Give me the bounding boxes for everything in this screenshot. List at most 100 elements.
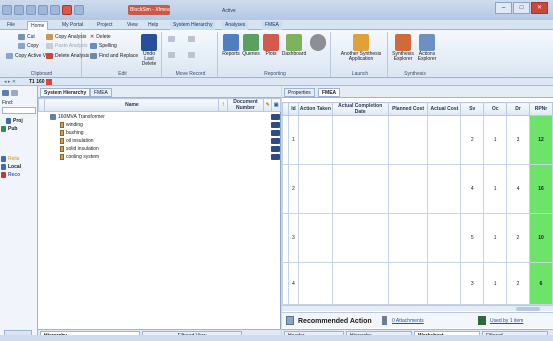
explorer-item-proj[interactable]: Proj xyxy=(6,118,23,124)
tree-row-bushing[interactable]: bushing xyxy=(60,130,84,136)
tree-row-transformer[interactable]: 160MVA Transformer xyxy=(50,114,105,120)
attachments-link[interactable]: 0 Attachments xyxy=(392,318,424,324)
tab-file[interactable]: File xyxy=(4,21,18,30)
explorer-item-pub[interactable]: Pub xyxy=(1,126,17,132)
col-id[interactable]: Id xyxy=(287,102,299,116)
scrollbar-thumb[interactable] xyxy=(516,307,540,311)
table-row[interactable]: 3 5 1 2 10 xyxy=(282,213,553,263)
col-rpnr[interactable]: RPNr xyxy=(529,102,553,116)
cell-rpn[interactable]: 16 xyxy=(529,164,553,214)
tab-system-hierarchy[interactable]: System Hierarchy xyxy=(170,21,216,30)
tree-row-cooling-system[interactable]: cooling system xyxy=(60,154,99,160)
col-planned-cost[interactable]: Planned Cost xyxy=(387,102,429,116)
delete-button[interactable]: ✕ Delete xyxy=(90,34,111,40)
explorer-item-local[interactable]: Local xyxy=(1,164,21,170)
tree-row-solid-insulation[interactable]: solid insulation xyxy=(60,146,99,152)
cell-sv[interactable]: 4 xyxy=(460,164,485,214)
paste-analysis-button[interactable]: Paste Analysis xyxy=(46,43,88,49)
move-bottom-button[interactable] xyxy=(188,52,195,58)
copy-button[interactable]: Copy xyxy=(18,43,39,49)
undo-last-delete-button[interactable]: Undo Last Delete xyxy=(138,34,160,67)
explorer-tool-icon[interactable] xyxy=(2,90,9,96)
cell-dr[interactable]: 2 xyxy=(506,213,530,263)
save-icon[interactable] xyxy=(14,5,24,15)
table-row[interactable]: 4 3 1 2 6 xyxy=(282,262,553,305)
col-oc[interactable]: Oc xyxy=(483,102,508,116)
maximize-icon[interactable]: □ xyxy=(513,2,530,14)
cell-oc[interactable]: 1 xyxy=(483,164,508,214)
used-by-link[interactable]: Used by 1 item xyxy=(490,318,523,324)
nav-arrows-icon[interactable]: ◂ ▸ ✕ xyxy=(4,79,16,85)
cell-oc[interactable]: 1 xyxy=(483,262,508,305)
col-sv[interactable]: Sv xyxy=(460,102,485,116)
tab-properties[interactable]: Properties xyxy=(284,88,315,97)
move-top-button[interactable] xyxy=(188,36,195,42)
table-row[interactable]: 2 4 1 4 16 xyxy=(282,164,553,214)
print-icon[interactable] xyxy=(50,5,60,15)
actions-explorer-button[interactable]: Actions Explorer xyxy=(416,34,438,62)
move-down-button[interactable] xyxy=(168,52,175,58)
cut-button[interactable]: Cut xyxy=(18,34,35,40)
tab-view[interactable]: View xyxy=(124,21,141,30)
tab-analyses[interactable]: Analyses xyxy=(222,21,249,30)
col-actual-cost[interactable]: Actual Cost xyxy=(427,102,462,116)
cell-dr[interactable]: 2 xyxy=(506,262,530,305)
name-column-header[interactable]: Name xyxy=(44,98,220,112)
cell-sv[interactable]: 3 xyxy=(460,262,485,305)
cell-oc[interactable]: 1 xyxy=(483,115,508,165)
cell-id[interactable]: 1 xyxy=(287,115,299,165)
col-dr[interactable]: Dr xyxy=(506,102,530,116)
explorer-tool2-icon[interactable] xyxy=(11,90,18,96)
tab-help[interactable]: Help xyxy=(145,21,161,30)
tab-fmea[interactable]: FMEA xyxy=(262,21,282,30)
spelling-button[interactable]: Spelling xyxy=(90,43,117,49)
find-replace-button[interactable]: Find and Replace xyxy=(90,53,138,59)
cell-dr[interactable]: 3 xyxy=(506,115,530,165)
cell-rpn[interactable]: 12 xyxy=(529,115,553,165)
tab-system-hierarchy-view[interactable]: System Hierarchy xyxy=(40,88,91,97)
cell-rpn[interactable]: 10 xyxy=(529,213,553,263)
new-icon[interactable] xyxy=(26,5,36,15)
delete-analysis-button[interactable]: Delete Analysis xyxy=(46,53,89,59)
dashboard-button[interactable]: Dashboard xyxy=(282,34,306,57)
undo-icon[interactable] xyxy=(74,5,84,15)
document-tab[interactable]: T1 160 xyxy=(29,79,45,85)
col-action-taken[interactable]: Action Taken xyxy=(297,102,333,116)
tab-project[interactable]: Project xyxy=(94,21,116,30)
find-input[interactable] xyxy=(2,107,36,114)
gauge-button[interactable] xyxy=(308,34,328,52)
another-synthesis-button[interactable]: Another Synthesis Application xyxy=(339,34,383,62)
cell-sv[interactable]: 5 xyxy=(460,213,485,263)
tab-fmea-sheet[interactable]: FMEA xyxy=(318,88,341,97)
cell-id[interactable]: 2 xyxy=(287,164,299,214)
move-up-button[interactable] xyxy=(168,36,175,42)
table-row[interactable]: 1 2 1 3 12 xyxy=(282,115,553,165)
document-number-column-header[interactable]: Document Number xyxy=(226,98,264,112)
reports-button[interactable]: Reports xyxy=(222,34,240,57)
cell-dr[interactable]: 4 xyxy=(506,164,530,214)
plots-button[interactable]: Plots xyxy=(262,34,280,57)
tab-fmea-view[interactable]: FMEA xyxy=(90,88,112,97)
queries-button[interactable]: Queries xyxy=(242,34,260,57)
synthesis-explorer-button[interactable]: Synthesis Explorer xyxy=(392,34,414,62)
tree-row-oil-insulation[interactable]: oil insulation xyxy=(60,138,94,144)
cell-id[interactable]: 3 xyxy=(287,213,299,263)
tab-home[interactable]: Home xyxy=(27,21,49,30)
app-menu-icon[interactable] xyxy=(2,5,12,15)
explorer-item-reco[interactable]: Reco xyxy=(1,172,20,178)
close-icon[interactable]: ✕ xyxy=(531,2,548,14)
cell-sv[interactable]: 2 xyxy=(460,115,485,165)
cell-oc[interactable]: 1 xyxy=(483,213,508,263)
horizontal-scrollbar[interactable] xyxy=(282,305,553,311)
minimize-icon[interactable]: – xyxy=(495,2,512,14)
tree-row-winding[interactable]: winding xyxy=(60,122,83,128)
doc-close-icon[interactable] xyxy=(46,79,52,85)
close-project-icon[interactable] xyxy=(62,5,72,15)
cell-id[interactable]: 4 xyxy=(287,262,299,305)
explorer-item-relia[interactable]: Relia xyxy=(1,156,19,162)
cell-rpn[interactable]: 6 xyxy=(529,262,553,305)
col-actual-completion-date[interactable]: Actual Completion Date xyxy=(331,102,389,116)
copy-analysis-button[interactable]: Copy Analysis xyxy=(46,34,86,40)
tab-my-portal[interactable]: My Portal xyxy=(59,21,86,30)
open-icon[interactable] xyxy=(38,5,48,15)
